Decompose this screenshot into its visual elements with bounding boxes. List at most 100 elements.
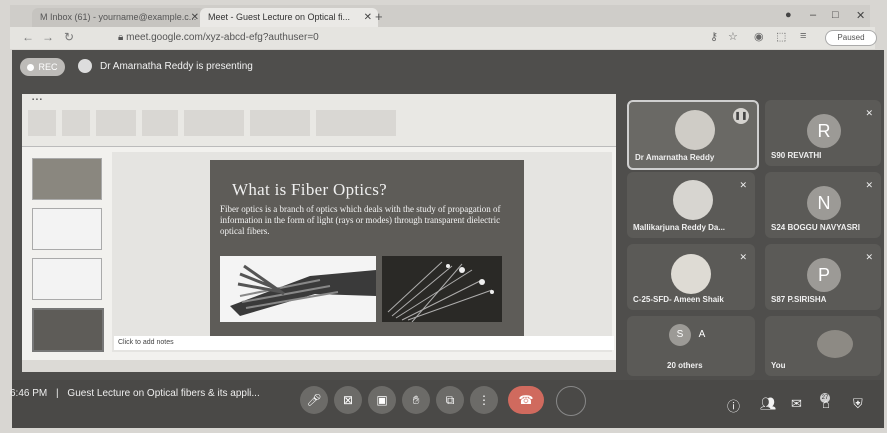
participant-photo	[671, 254, 711, 294]
raise-hand-button[interactable]: ✋︎	[402, 386, 430, 414]
ribbon-group	[96, 110, 136, 136]
others-count: 20 others	[667, 361, 703, 370]
slide-thumbnail[interactable]	[32, 258, 102, 300]
slide-thumbnail-selected[interactable]	[32, 308, 104, 352]
participant-avatar: R	[807, 114, 841, 148]
slide: What is Fiber Optics? Fiber optics is a …	[210, 160, 524, 350]
notes-placeholder: Click to add notes	[118, 339, 174, 346]
mic-off-icon: ✕	[865, 252, 873, 262]
camera-off-icon: ⊠	[342, 393, 354, 407]
participant-avatar: P	[807, 258, 841, 292]
record-dot-icon	[27, 64, 35, 72]
participant-tile[interactable]: P ✕ S87 P.SIRISHA	[765, 244, 881, 310]
participant-name: C-25-SFD- Ameen Shaik	[633, 295, 724, 304]
participant-name: S87 P.SIRISHA	[771, 295, 827, 304]
lock-icon: 🔒︎	[118, 32, 127, 43]
tab-inbox[interactable]: M Inbox (61) - yourname@example.c... ✕	[32, 8, 205, 27]
slide-thumbnail[interactable]	[32, 158, 102, 200]
mic-off-icon: ✕	[865, 108, 873, 118]
maximize-icon[interactable]: □	[832, 9, 839, 21]
ribbon-group	[250, 110, 310, 136]
ribbon-group	[28, 110, 56, 136]
presenting-banner: Dr Amarnatha Reddy is presenting	[78, 58, 253, 76]
profile-paused-chip[interactable]: Paused	[825, 30, 877, 46]
reload-icon[interactable]: ↻	[64, 30, 74, 44]
info-icon[interactable]: ⓘ	[727, 396, 740, 415]
participant-photo	[675, 110, 715, 150]
mic-icon: 🎤︎	[306, 393, 322, 407]
shared-screen: ▪ ▪ ▪ What is Fiber Optics? Fiber optics…	[22, 94, 616, 372]
people-icon[interactable]: 👥︎	[760, 396, 777, 412]
participant-name: S90 REVATHI	[771, 151, 822, 160]
puzzle-icon[interactable]: ⬚	[776, 30, 786, 43]
extra-control-button[interactable]	[556, 386, 586, 416]
presenter-avatar	[78, 59, 92, 74]
profile-dot-icon[interactable]: ●	[785, 9, 792, 21]
present-icon: ⧉	[445, 393, 455, 407]
more-icon: ⋮	[478, 393, 490, 407]
close-tab-icon[interactable]: ✕	[191, 8, 199, 27]
participant-tile[interactable]: N ✕ S24 BOGGU NAVYASRI	[765, 172, 881, 238]
participant-name: Mallikarjuna Reddy Da...	[633, 223, 726, 232]
participant-name: S24 BOGGU NAVYASRI	[771, 223, 860, 232]
fiber-light-image	[382, 256, 502, 322]
url-text: meet.google.com/xyz-abcd-efg?authuser=0	[126, 32, 319, 43]
ribbon-tab: ▪ ▪ ▪	[32, 97, 42, 103]
ppt-status-bar	[22, 360, 616, 372]
others-avatar: A	[698, 329, 706, 340]
star-icon[interactable]: ☆	[728, 30, 738, 43]
self-video	[817, 330, 853, 358]
activities-icon[interactable]: ⌂	[822, 396, 830, 411]
url-field[interactable]: 🔒︎ meet.google.com/xyz-abcd-efg?authuser…	[110, 30, 698, 46]
clock-time: 6:46 PM	[10, 388, 48, 399]
close-tab-icon[interactable]: ✕	[364, 8, 372, 27]
tab-label: M Inbox (61) - yourname@example.c...	[40, 12, 197, 22]
self-tile[interactable]: You	[765, 316, 881, 376]
recording-badge: REC	[20, 58, 65, 76]
reading-list-icon[interactable]: ≡	[800, 30, 806, 42]
back-icon[interactable]: ←	[22, 30, 34, 44]
minimize-icon[interactable]: –	[810, 9, 816, 21]
paused-label: Paused	[837, 33, 865, 42]
ribbon-group	[316, 110, 396, 136]
more-options-button[interactable]: ⋮	[470, 386, 498, 414]
mic-off-icon: ✕	[739, 180, 747, 190]
powerpoint-ribbon: ▪ ▪ ▪	[22, 94, 616, 147]
slide-thumbnails	[28, 154, 104, 364]
tab-label: Meet - Guest Lecture on Optical fi...	[208, 12, 351, 22]
fiber-cable-image	[220, 256, 376, 322]
others-tile[interactable]: S A 20 others	[627, 316, 755, 376]
end-call-button[interactable]: ☎︎	[508, 386, 544, 414]
new-tab-icon[interactable]: +	[375, 9, 383, 24]
speaking-indicator-icon: ❚❚	[733, 108, 749, 124]
key-icon[interactable]: ⚷	[710, 30, 718, 43]
chat-icon[interactable]: ✉︎	[791, 396, 802, 412]
participant-tile[interactable]: ❚❚ Dr Amarnatha Reddy	[627, 100, 759, 170]
ribbon-group	[62, 110, 90, 136]
camera-button[interactable]: ⊠	[334, 386, 362, 414]
captions-button[interactable]: ▣	[368, 386, 396, 414]
others-avatar-icon: S	[669, 324, 691, 346]
self-name: You	[771, 361, 786, 370]
slide-thumbnail[interactable]	[32, 208, 102, 250]
slide-title: What is Fiber Optics?	[232, 180, 388, 199]
extension-icon[interactable]: ◉	[754, 30, 764, 43]
raise-hand-icon: ✋︎	[412, 393, 420, 407]
browser-tab-bar: M Inbox (61) - yourname@example.c... ✕ M…	[10, 5, 870, 27]
participant-tile[interactable]: ✕ C-25-SFD- Ameen Shaik	[627, 244, 755, 310]
address-bar-row: ← → ↻ 🔒︎ meet.google.com/xyz-abcd-efg?au…	[10, 27, 877, 49]
participant-photo	[673, 180, 713, 220]
notes-pane[interactable]: Click to add notes	[114, 336, 614, 350]
tab-meet[interactable]: Meet - Guest Lecture on Optical fi... ✕	[200, 8, 378, 27]
captions-icon: ▣	[376, 393, 388, 407]
forward-icon[interactable]: →	[42, 30, 54, 44]
participant-tile[interactable]: ✕ Mallikarjuna Reddy Da...	[627, 172, 755, 238]
participant-avatar: N	[807, 186, 841, 220]
mic-button[interactable]: 🎤︎	[300, 386, 328, 414]
mic-off-icon: ✕	[739, 252, 747, 262]
host-controls-icon[interactable]: ⛨	[853, 396, 863, 412]
ribbon-group	[142, 110, 178, 136]
participant-tile[interactable]: R ✕ S90 REVATHI	[765, 100, 881, 166]
close-window-icon[interactable]: ✕	[856, 9, 865, 22]
present-button[interactable]: ⧉	[436, 386, 464, 414]
